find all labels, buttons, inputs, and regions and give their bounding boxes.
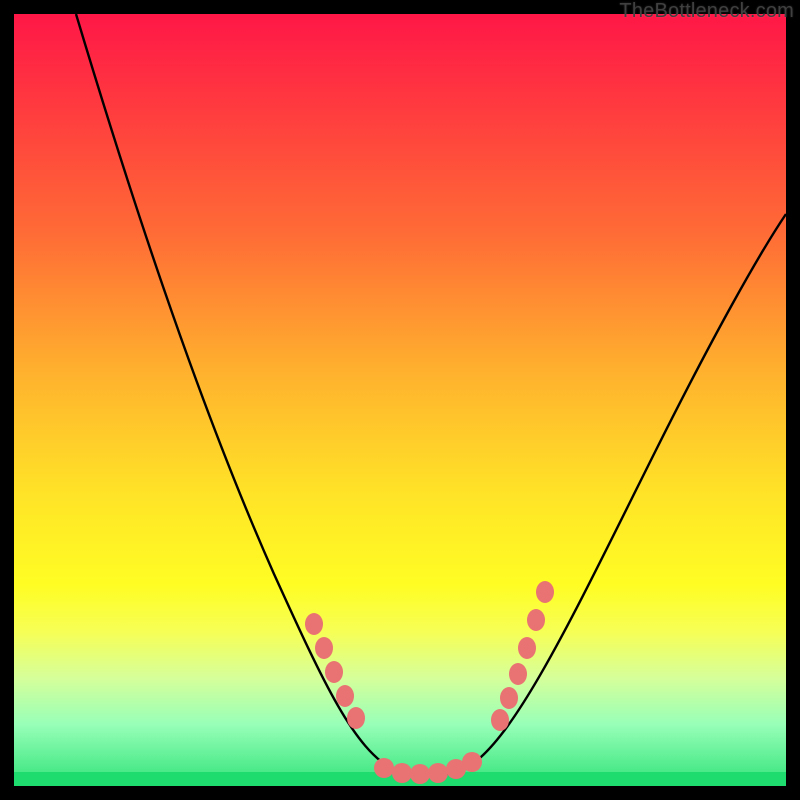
marker-cluster-right: [491, 581, 554, 731]
chart-frame: TheBottleneck.com: [0, 0, 800, 800]
marker-cluster-left: [305, 613, 365, 729]
chart-plot-area: [14, 14, 786, 786]
bottleneck-curve-svg: [14, 14, 786, 786]
watermark-text: TheBottleneck.com: [619, 0, 794, 23]
bottleneck-curve: [76, 14, 786, 776]
marker-cluster-bottom: [374, 752, 482, 784]
